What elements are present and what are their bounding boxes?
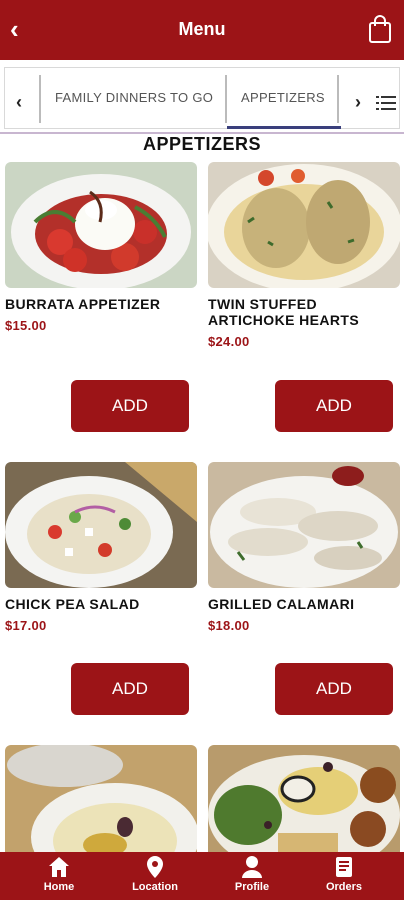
tab-divider — [39, 75, 41, 123]
menu-item-card[interactable]: CHICK PEA SALAD $17.00 — [5, 462, 197, 633]
grilled-calamari-photo[interactable] — [208, 462, 400, 588]
section-title: APPETIZERS — [142, 134, 262, 154]
tab-family-dinners[interactable]: FAMILY DINNERS TO GO — [55, 90, 213, 105]
item-price: $18.00 — [208, 618, 250, 633]
nav-home[interactable]: Home — [19, 852, 99, 900]
page-title: Menu — [178, 19, 226, 39]
tab-appetizers[interactable]: APPETIZERS — [241, 90, 325, 105]
item-name: GRILLED CALAMARI — [208, 596, 355, 612]
menu-item-card[interactable]: BURRATA APPETIZER $15.00 — [5, 162, 197, 333]
nav-orders[interactable]: Orders — [304, 852, 384, 900]
shopping-bag-icon[interactable] — [368, 14, 392, 44]
home-icon — [49, 857, 69, 877]
app-header: ‹ Menu — [0, 0, 404, 60]
item-price: $17.00 — [5, 618, 47, 633]
add-to-cart-button[interactable]: ADD — [71, 663, 189, 715]
item-price: $24.00 — [208, 334, 250, 349]
tab-scroll-right-button[interactable]: › — [350, 92, 366, 113]
nav-orders-label: Orders — [325, 881, 363, 893]
person-icon — [242, 856, 262, 878]
tab-scroll-left-button[interactable]: ‹ — [11, 92, 27, 113]
item-name: BURRATA APPETIZER — [5, 296, 161, 312]
nav-location-label: Location — [132, 881, 178, 893]
nav-profile-label: Profile — [234, 881, 270, 893]
location-pin-icon — [147, 856, 163, 878]
nav-location[interactable]: Location — [115, 852, 195, 900]
receipt-icon — [336, 857, 352, 877]
category-tab-strip: ‹ FAMILY DINNERS TO GO APPETIZERS › — [4, 67, 400, 129]
tab-divider — [225, 75, 227, 123]
menu-item-card[interactable]: TWIN STUFFED ARTICHOKE HEARTS $24.00 — [208, 162, 400, 349]
item-name: CHICK PEA SALAD — [5, 596, 140, 612]
list-view-icon[interactable] — [376, 95, 396, 111]
add-to-cart-button[interactable]: ADD — [275, 380, 393, 432]
menu-item-card[interactable]: GRILLED CALAMARI $18.00 — [208, 462, 400, 633]
chick-pea-salad-photo[interactable] — [5, 462, 197, 588]
item-name: TWIN STUFFED ARTICHOKE HEARTS — [208, 296, 360, 328]
tab-divider — [337, 75, 339, 123]
add-to-cart-button[interactable]: ADD — [71, 380, 189, 432]
artichoke-hearts-photo[interactable] — [208, 162, 400, 288]
burrata-photo[interactable] — [5, 162, 197, 288]
category-tab-bar: ‹ FAMILY DINNERS TO GO APPETIZERS › — [0, 60, 404, 136]
add-to-cart-button[interactable]: ADD — [275, 663, 393, 715]
item-price: $15.00 — [5, 318, 47, 333]
nav-profile[interactable]: Profile — [212, 852, 292, 900]
bottom-navigation: Home Location Profile Orders — [0, 852, 404, 900]
nav-home-label: Home — [43, 881, 75, 893]
active-tab-indicator — [227, 126, 341, 129]
